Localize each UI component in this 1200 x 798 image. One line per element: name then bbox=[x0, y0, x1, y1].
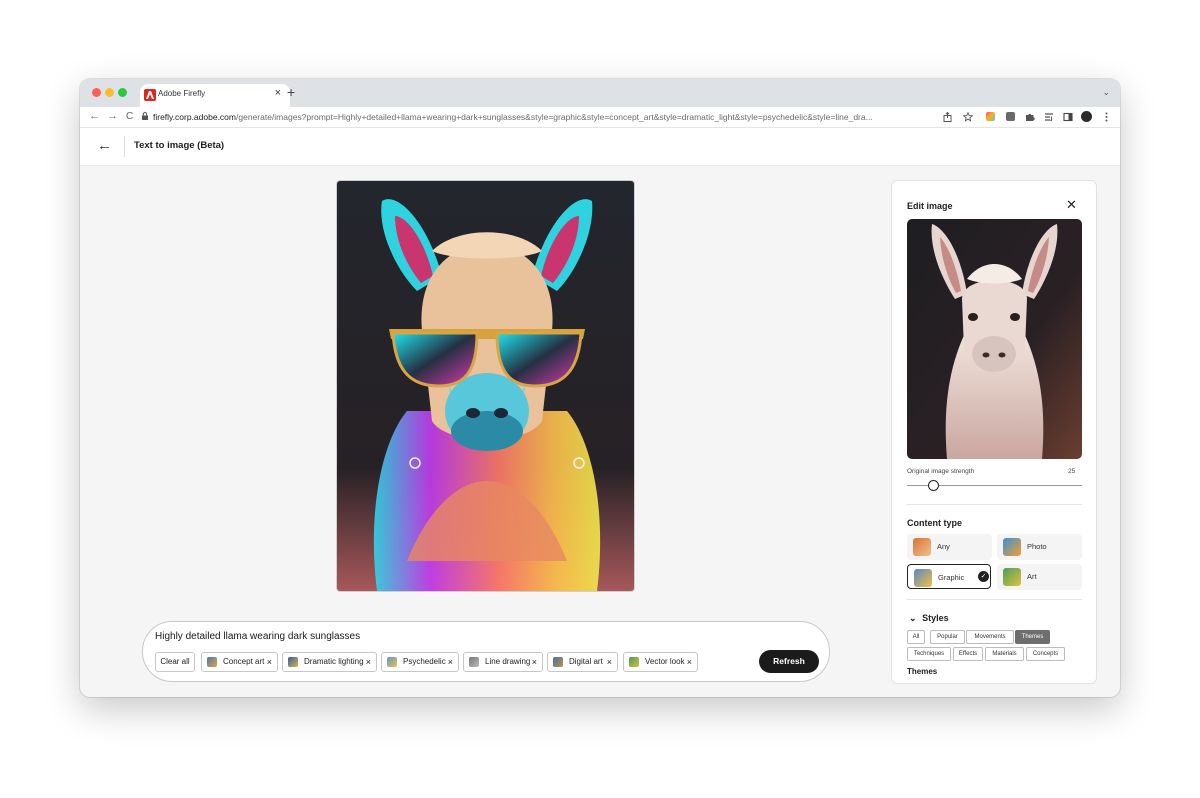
strength-value: 25 bbox=[1068, 468, 1076, 475]
chip-label: Concept art bbox=[223, 657, 265, 666]
style-chip-line-drawing[interactable]: Line drawing × bbox=[463, 652, 543, 672]
chevron-down-icon[interactable]: ⌄ bbox=[1102, 87, 1110, 98]
dramatic-lighting-thumbnail-icon bbox=[288, 657, 298, 667]
lock-icon bbox=[142, 112, 148, 120]
style-filter-themes[interactable]: Themes bbox=[1015, 630, 1050, 644]
style-filter-concepts[interactable]: Concepts bbox=[1026, 647, 1065, 661]
strength-slider-thumb[interactable] bbox=[927, 480, 939, 491]
styles-section-toggle[interactable]: ⌄ Styles bbox=[909, 613, 949, 624]
style-filter-effects[interactable]: Effects bbox=[953, 647, 983, 661]
adobe-logo-icon bbox=[144, 89, 156, 101]
checkmark-icon: ✓ bbox=[978, 571, 989, 582]
style-chip-vector-look[interactable]: Vector look × bbox=[623, 652, 698, 672]
tab-close-icon[interactable]: × bbox=[275, 87, 281, 99]
minimize-window-button[interactable] bbox=[105, 88, 114, 97]
content-type-label: Art bbox=[1027, 572, 1037, 581]
address-bar: ← → C firefly.corp.adobe.com/generate/im… bbox=[80, 107, 1120, 128]
star-icon[interactable] bbox=[963, 112, 973, 122]
style-chip-dramatic-lighting[interactable]: Dramatic lighting × bbox=[282, 652, 377, 672]
divider bbox=[907, 504, 1082, 505]
vector-look-thumbnail-icon bbox=[629, 657, 639, 667]
z-extension-icon[interactable] bbox=[1006, 112, 1015, 121]
content-type-label: Photo bbox=[1027, 542, 1047, 551]
forward-icon[interactable]: → bbox=[107, 110, 118, 122]
puzzle-icon[interactable] bbox=[1025, 112, 1035, 122]
style-chip-psychedelic[interactable]: Psychedelic × bbox=[381, 652, 459, 672]
art-thumbnail-icon bbox=[1003, 568, 1021, 586]
remove-chip-icon[interactable]: × bbox=[532, 653, 537, 671]
reference-image-llama[interactable] bbox=[907, 219, 1082, 459]
content-type-graphic[interactable]: Graphic ✓ bbox=[907, 564, 991, 589]
any-thumbnail-icon bbox=[913, 538, 931, 556]
new-tab-button[interactable]: + bbox=[287, 84, 295, 100]
photo-thumbnail-icon bbox=[1003, 538, 1021, 556]
style-filter-techniques[interactable]: Techniques bbox=[907, 647, 951, 661]
clear-all-button[interactable]: Clear all bbox=[155, 652, 195, 672]
clear-all-label: Clear all bbox=[160, 657, 190, 666]
style-filter-all[interactable]: All bbox=[907, 630, 925, 644]
chip-label: Line drawing bbox=[485, 657, 531, 666]
themes-section-label: Themes bbox=[907, 667, 938, 676]
concept-art-thumbnail-icon bbox=[207, 657, 217, 667]
page-title: Text to image (Beta) bbox=[134, 140, 225, 151]
digital-art-thumbnail-icon bbox=[553, 657, 563, 667]
prompt-input[interactable]: Highly detailed llama wearing dark sungl… bbox=[155, 631, 360, 642]
close-window-button[interactable] bbox=[92, 88, 101, 97]
refresh-button[interactable]: Refresh bbox=[759, 650, 819, 673]
content-type-art[interactable]: Art bbox=[997, 564, 1082, 590]
content-type-photo[interactable]: Photo bbox=[997, 534, 1082, 560]
chip-label: Dramatic lighting bbox=[304, 657, 364, 666]
app-header: ← Text to image (Beta) bbox=[80, 128, 1120, 166]
browser-window: Adobe Firefly × + ⌄ ← → C firefly.corp.a… bbox=[80, 79, 1120, 697]
style-chip-digital-art[interactable]: Digital art × bbox=[547, 652, 618, 672]
color-extension-icon[interactable] bbox=[986, 112, 995, 121]
strength-label: Original image strength bbox=[907, 468, 975, 475]
back-icon[interactable]: ← bbox=[89, 110, 100, 122]
tab-strip: Adobe Firefly × + ⌄ bbox=[80, 79, 1120, 107]
style-chip-concept-art[interactable]: Concept art × bbox=[201, 652, 278, 672]
remove-chip-icon[interactable]: × bbox=[366, 653, 371, 671]
styles-title: Styles bbox=[922, 613, 949, 623]
line-drawing-thumbnail-icon bbox=[469, 657, 479, 667]
panel-title: Edit image bbox=[907, 201, 953, 211]
more-icon[interactable] bbox=[1105, 112, 1108, 122]
tab-title: Adobe Firefly bbox=[158, 89, 206, 98]
style-filter-movements[interactable]: Movements bbox=[966, 630, 1014, 644]
remove-chip-icon[interactable]: × bbox=[687, 653, 692, 671]
chip-label: Digital art bbox=[569, 657, 603, 666]
remove-chip-icon[interactable]: × bbox=[267, 653, 272, 671]
prompt-bar: Highly detailed llama wearing dark sungl… bbox=[142, 621, 830, 682]
header-divider bbox=[124, 136, 125, 157]
style-filter-popular[interactable]: Popular bbox=[930, 630, 965, 644]
content-type-title: Content type bbox=[907, 518, 962, 528]
url-field[interactable]: firefly.corp.adobe.com/generate/images?p… bbox=[153, 112, 933, 122]
remove-chip-icon[interactable]: × bbox=[607, 653, 612, 671]
share-icon[interactable] bbox=[943, 112, 952, 122]
reading-list-icon[interactable] bbox=[1044, 112, 1054, 122]
content-type-any[interactable]: Any bbox=[907, 534, 992, 560]
edit-image-panel: Edit image ✕ Original image strength 25 … bbox=[891, 180, 1097, 684]
url-path: /generate/images?prompt=Highly+detailed+… bbox=[236, 112, 873, 122]
url-host: firefly.corp.adobe.com bbox=[153, 112, 236, 122]
content-type-label: Graphic bbox=[938, 573, 965, 582]
style-filter-materials[interactable]: Materials bbox=[985, 647, 1024, 661]
divider bbox=[907, 599, 1082, 600]
close-icon[interactable]: ✕ bbox=[1066, 197, 1077, 213]
maximize-window-button[interactable] bbox=[118, 88, 127, 97]
generated-image-llama[interactable] bbox=[336, 180, 635, 592]
browser-tab[interactable]: Adobe Firefly × bbox=[140, 84, 290, 107]
sidepanel-icon[interactable] bbox=[1063, 112, 1073, 122]
chip-label: Psychedelic bbox=[403, 657, 446, 666]
profile-avatar-icon[interactable] bbox=[1081, 111, 1092, 122]
reload-icon[interactable]: C bbox=[126, 111, 133, 122]
remove-chip-icon[interactable]: × bbox=[448, 653, 453, 671]
psychedelic-thumbnail-icon bbox=[387, 657, 397, 667]
chevron-down-icon: ⌄ bbox=[909, 613, 917, 623]
content-type-label: Any bbox=[937, 542, 950, 551]
back-arrow-icon[interactable]: ← bbox=[97, 137, 112, 154]
chip-label: Vector look bbox=[645, 657, 685, 666]
graphic-thumbnail-icon bbox=[914, 569, 932, 587]
